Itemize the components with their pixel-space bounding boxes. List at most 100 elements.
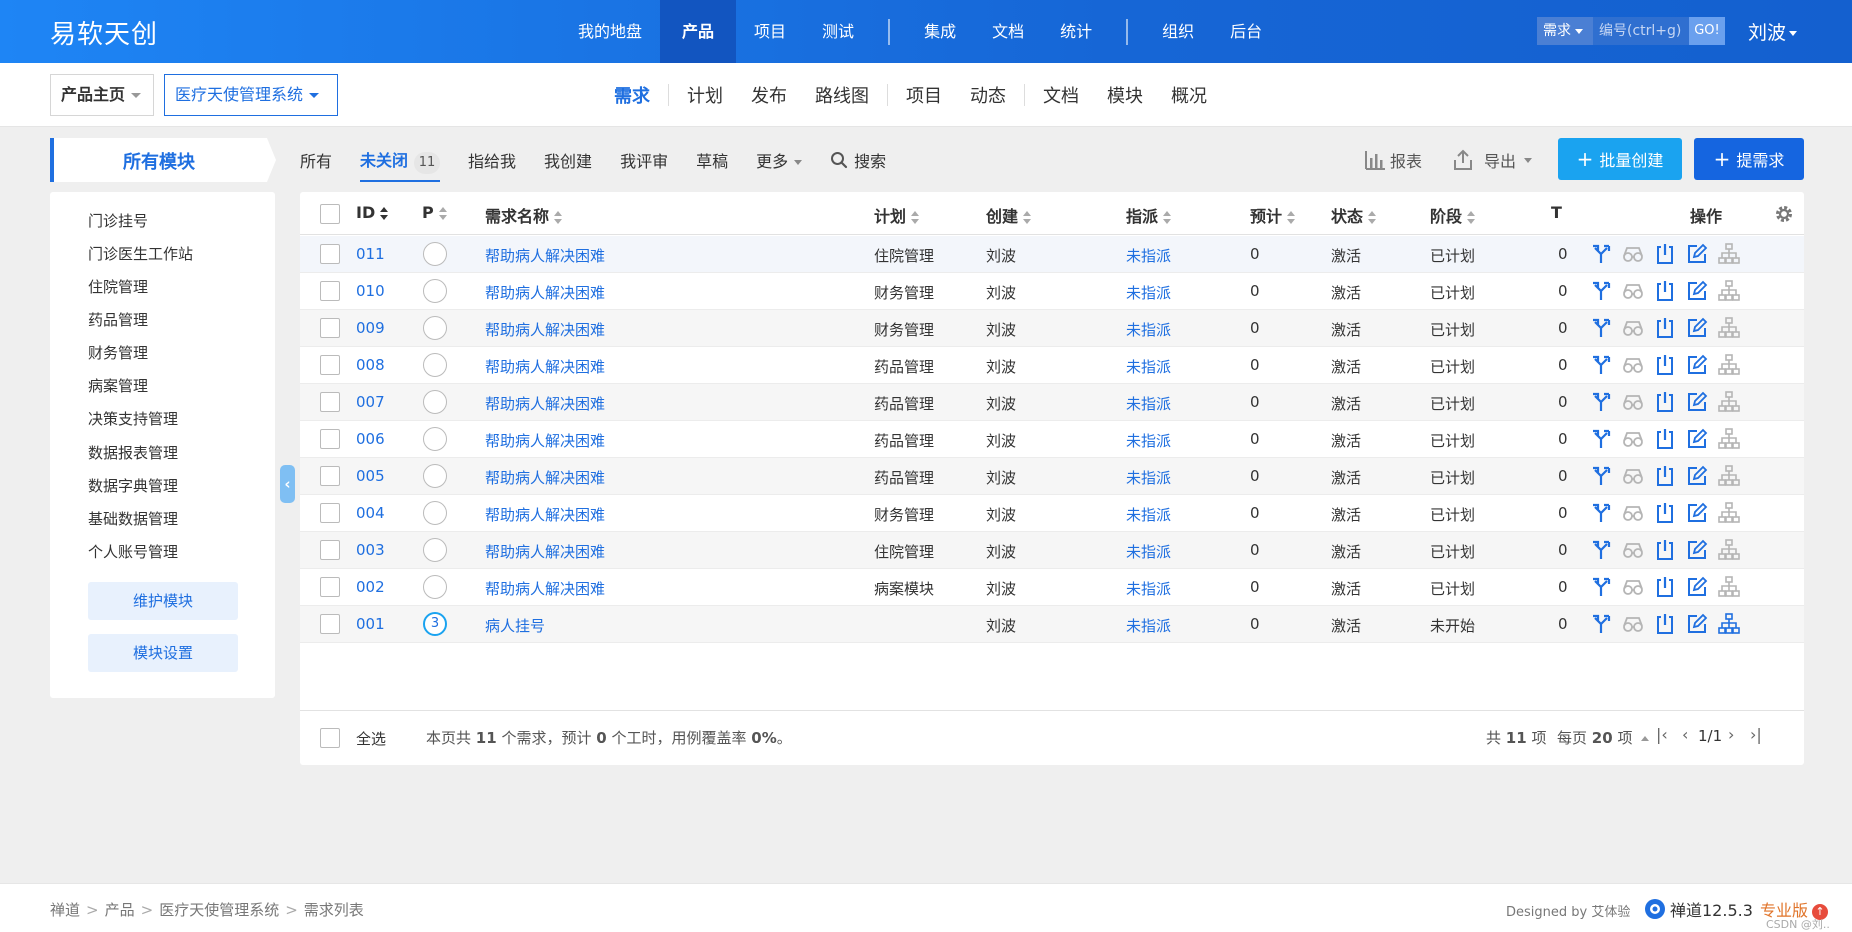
subnav-doc[interactable]: 文档 — [1029, 82, 1093, 108]
edit-icon[interactable] — [1686, 428, 1708, 450]
module-item[interactable]: 数据报表管理 — [88, 442, 178, 463]
row-checkbox[interactable] — [320, 392, 340, 412]
cell-id[interactable]: 007 — [356, 393, 385, 411]
row-checkbox[interactable] — [320, 614, 340, 634]
subnav-dynamic[interactable]: 动态 — [956, 82, 1020, 108]
cell-id[interactable]: 003 — [356, 541, 385, 559]
change-icon[interactable] — [1590, 243, 1612, 265]
close-story-icon[interactable] — [1654, 428, 1676, 450]
filter-reviewed-by-me[interactable]: 我评审 — [620, 148, 668, 172]
review-icon[interactable] — [1622, 317, 1644, 339]
review-icon[interactable] — [1622, 428, 1644, 450]
subnav-plan[interactable]: 计划 — [673, 82, 737, 108]
cell-assign[interactable]: 未指派 — [1126, 319, 1171, 340]
edit-icon[interactable] — [1686, 243, 1708, 265]
cell-name[interactable]: 帮助病人解决困难 — [485, 282, 605, 303]
batch-create-button[interactable]: + 批量创建 — [1558, 138, 1682, 180]
cell-id[interactable]: 004 — [356, 504, 385, 522]
edit-icon[interactable] — [1686, 539, 1708, 561]
row-checkbox[interactable] — [320, 429, 340, 449]
row-checkbox[interactable] — [320, 355, 340, 375]
edit-icon[interactable] — [1686, 354, 1708, 376]
module-item[interactable]: 财务管理 — [88, 342, 148, 363]
cell-name[interactable]: 帮助病人解决困难 — [485, 319, 605, 340]
cell-name[interactable]: 帮助病人解决困难 — [485, 541, 605, 562]
change-icon[interactable] — [1590, 465, 1612, 487]
nav-ci[interactable]: 集成 — [906, 0, 974, 63]
search-type-select[interactable]: 需求 — [1537, 17, 1593, 45]
export-button[interactable]: 导出 — [1452, 138, 1533, 182]
cell-id[interactable]: 010 — [356, 282, 385, 300]
edit-icon[interactable] — [1686, 502, 1708, 524]
change-icon[interactable] — [1590, 502, 1612, 524]
review-icon[interactable] — [1622, 391, 1644, 413]
review-icon[interactable] — [1622, 613, 1644, 635]
change-icon[interactable] — [1590, 280, 1612, 302]
row-checkbox[interactable] — [320, 244, 340, 264]
col-status[interactable]: 状态 — [1331, 203, 1377, 227]
cell-assign[interactable]: 未指派 — [1126, 430, 1171, 451]
col-priority[interactable]: P — [422, 203, 448, 222]
row-checkbox[interactable] — [320, 466, 340, 486]
module-item[interactable]: 病案管理 — [88, 375, 148, 396]
subnav-overview[interactable]: 概况 — [1157, 82, 1221, 108]
nav-test[interactable]: 测试 — [804, 0, 872, 63]
nav-product[interactable]: 产品 — [660, 0, 737, 63]
review-icon[interactable] — [1622, 502, 1644, 524]
edit-icon[interactable] — [1686, 576, 1708, 598]
search-input[interactable] — [1593, 17, 1689, 45]
sitemap-icon[interactable] — [1718, 243, 1740, 265]
filter-assigned-to-me[interactable]: 指给我 — [468, 148, 516, 172]
filter-draft[interactable]: 草稿 — [696, 148, 728, 172]
cell-name[interactable]: 病人挂号 — [485, 615, 545, 636]
sitemap-icon[interactable] — [1718, 391, 1740, 413]
all-modules-header[interactable]: 所有模块 — [50, 138, 276, 182]
nav-my[interactable]: 我的地盘 — [560, 0, 660, 63]
nav-admin[interactable]: 后台 — [1212, 0, 1280, 63]
sitemap-icon[interactable] — [1718, 613, 1740, 635]
product-switcher[interactable]: 医疗天使管理系统 — [164, 74, 338, 116]
last-page-icon[interactable]: ›| — [1750, 725, 1762, 744]
sitemap-icon[interactable] — [1718, 428, 1740, 450]
change-icon[interactable] — [1590, 391, 1612, 413]
cell-assign[interactable]: 未指派 — [1126, 282, 1171, 303]
cell-assign[interactable]: 未指派 — [1126, 578, 1171, 599]
review-icon[interactable] — [1622, 539, 1644, 561]
change-icon[interactable] — [1590, 613, 1612, 635]
cell-assign[interactable]: 未指派 — [1126, 393, 1171, 414]
review-icon[interactable] — [1622, 354, 1644, 376]
cell-name[interactable]: 帮助病人解决困难 — [485, 578, 605, 599]
subnav-story[interactable]: 需求 — [600, 82, 664, 108]
cell-id[interactable]: 011 — [356, 245, 385, 263]
report-button[interactable]: 报表 — [1364, 138, 1422, 182]
close-story-icon[interactable] — [1654, 354, 1676, 376]
module-item[interactable]: 基础数据管理 — [88, 508, 178, 529]
nav-org[interactable]: 组织 — [1144, 0, 1212, 63]
nav-stat[interactable]: 统计 — [1042, 0, 1110, 63]
first-page-icon[interactable]: |‹ — [1656, 725, 1668, 744]
close-story-icon[interactable] — [1654, 243, 1676, 265]
row-checkbox[interactable] — [320, 503, 340, 523]
sitemap-icon[interactable] — [1718, 502, 1740, 524]
cell-id[interactable]: 002 — [356, 578, 385, 596]
cell-id[interactable]: 006 — [356, 430, 385, 448]
cell-assign[interactable]: 未指派 — [1126, 467, 1171, 488]
cell-name[interactable]: 帮助病人解决困难 — [485, 467, 605, 488]
review-icon[interactable] — [1622, 280, 1644, 302]
col-estimate[interactable]: 预计 — [1250, 203, 1296, 227]
sitemap-icon[interactable] — [1718, 465, 1740, 487]
gear-icon[interactable] — [1774, 204, 1794, 224]
cell-assign[interactable]: 未指派 — [1126, 615, 1171, 636]
product-home-dropdown[interactable]: 产品主页 — [50, 74, 154, 116]
review-icon[interactable] — [1622, 465, 1644, 487]
cell-id[interactable]: 008 — [356, 356, 385, 374]
cell-name[interactable]: 帮助病人解决困难 — [485, 504, 605, 525]
version-link[interactable]: 禅道12.5.3 — [1644, 897, 1753, 921]
module-item[interactable]: 个人账号管理 — [88, 541, 178, 562]
sitemap-icon[interactable] — [1718, 539, 1740, 561]
collapse-sidebar-handle[interactable]: ‹ — [280, 465, 295, 503]
search-toggle[interactable]: 搜索 — [830, 148, 886, 172]
sitemap-icon[interactable] — [1718, 354, 1740, 376]
subnav-roadmap[interactable]: 路线图 — [801, 82, 883, 108]
cell-id[interactable]: 009 — [356, 319, 385, 337]
